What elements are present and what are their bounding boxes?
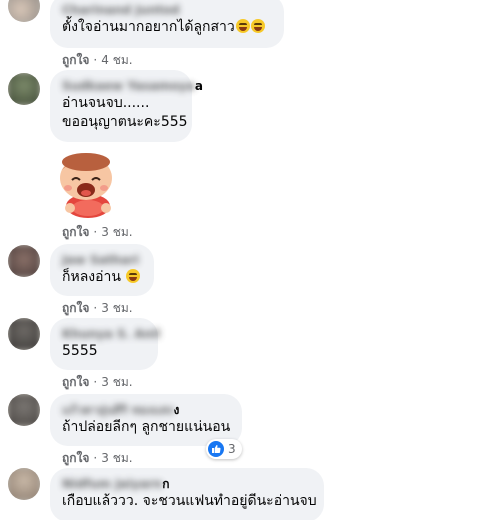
avatar[interactable]: [8, 318, 40, 350]
laughing-emoji-icon: [126, 269, 141, 283]
avatar[interactable]: [8, 0, 40, 22]
like-link[interactable]: ถูกใจ: [62, 53, 89, 67]
laughing-emoji-icon: [235, 19, 250, 33]
comment-actions: ถูกใจ · 4 ชม.: [62, 53, 133, 67]
avatar[interactable]: [8, 468, 40, 500]
comment-text-line: อ่านจนจบ......: [62, 95, 150, 111]
timestamp[interactable]: 4 ชม.: [101, 53, 132, 67]
commenter-name[interactable]: แก้วตาอุ่นสิริ ทองแสงง: [62, 402, 230, 418]
avatar[interactable]: [8, 394, 40, 426]
like-link[interactable]: ถูกใจ: [62, 451, 89, 465]
comment-bubble: Khunya S. Anil 5555: [50, 318, 160, 370]
comment-text: 5555: [62, 343, 98, 359]
timestamp[interactable]: 3 ชม.: [101, 375, 132, 389]
comment-actions: ถูกใจ · 3 ชม.: [62, 375, 133, 389]
avatar[interactable]: [8, 73, 40, 105]
comment-bubble: Nidfum Jaiyarnก เกือบแล้ววว. จะชวนแฟนทำอ…: [50, 468, 324, 520]
timestamp[interactable]: 3 ชม.: [101, 225, 132, 239]
avatar[interactable]: [8, 245, 40, 277]
timestamp[interactable]: 3 ชม.: [101, 451, 132, 465]
comment-text: ตั้งใจอ่านมากอยากได้ลูกสาว: [62, 18, 272, 37]
comment-text: ถ้าปล่อยลีกๆ ลูกชายแน่นอน: [62, 419, 231, 435]
like-link[interactable]: ถูกใจ: [62, 225, 89, 239]
comment-bubble: Jaw Sathari ก็หลงอ่าน: [50, 244, 154, 296]
timestamp[interactable]: 3 ชม.: [101, 301, 132, 315]
like-link[interactable]: ถูกใจ: [62, 301, 89, 315]
commenter-name[interactable]: Jaw Sathari: [62, 252, 142, 268]
comment-text: เกือบแล้ววว. จะชวนแฟนทำอยู่ดีนะอ่านจบ: [62, 493, 317, 509]
comment-actions: ถูกใจ · 3 ชม.: [62, 451, 133, 465]
laughing-emoji-icon: [250, 19, 265, 33]
laughing-girl-sticker: [60, 153, 112, 218]
thumbs-up-icon: [208, 441, 224, 457]
commenter-name[interactable]: Nidfum Jaiyarnก: [62, 476, 312, 492]
comment-text: ก็หลงอ่าน: [62, 268, 142, 287]
comment-text-line: ขออนุญาตนะคะ555: [62, 114, 188, 130]
like-link[interactable]: ถูกใจ: [62, 375, 89, 389]
comment-bubble: Sudkaew Yasamoyaa อ่านจนจบ...... ขออนุญา…: [50, 70, 203, 142]
commenter-name[interactable]: Sudkaew Yasamoyaa: [62, 78, 203, 94]
comment-actions: ถูกใจ · 3 ชม.: [62, 301, 133, 315]
comment-feed: Charinand Juntod ตั้งใจอ่านมากอยากได้ลูก…: [0, 0, 489, 520]
comment-actions: ถูกใจ · 3 ชม.: [62, 225, 133, 239]
comment-bubble: Charinand Juntod ตั้งใจอ่านมากอยากได้ลูก…: [50, 0, 284, 48]
commenter-name[interactable]: Khunya S. Anil: [62, 326, 160, 342]
reaction-count[interactable]: 3: [206, 439, 242, 459]
commenter-name[interactable]: Charinand Juntod: [62, 2, 272, 18]
